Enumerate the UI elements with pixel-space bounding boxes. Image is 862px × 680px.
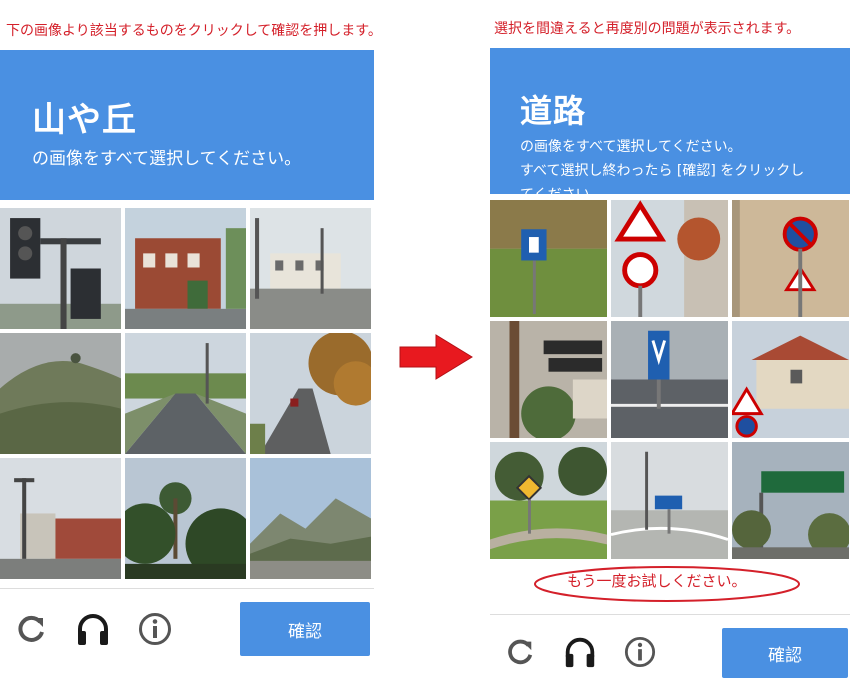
left-caption: 下の画像より該当するものをクリックして確認を押します。	[6, 23, 382, 39]
captcha-panel-right: 道路 の画像をすべて選択してください。 すべて選択し終わったら [確認] をクリ…	[490, 48, 852, 680]
verify-button[interactable]: 確認	[722, 628, 848, 678]
image-tile[interactable]	[490, 321, 607, 438]
image-tile[interactable]	[732, 200, 849, 317]
captcha-panel-left: 山や丘 の画像をすべて選択してください。 確認	[0, 50, 376, 670]
captcha-instruction-line-2: すべて選択し終わったら [確認] をクリックし	[520, 163, 805, 179]
headphones-icon[interactable]	[74, 610, 112, 648]
reload-icon[interactable]	[504, 636, 536, 668]
image-tile[interactable]	[0, 208, 121, 329]
info-icon[interactable]	[624, 636, 656, 668]
captcha-title: 道路	[520, 92, 587, 130]
right-caption: 選択を間違えると再度別の問題が表示されます。	[494, 21, 801, 37]
footer-divider	[490, 614, 850, 615]
image-tile[interactable]	[490, 442, 607, 559]
reload-icon[interactable]	[14, 612, 48, 646]
image-tile[interactable]	[611, 321, 728, 438]
image-tile[interactable]	[0, 458, 121, 579]
image-tile[interactable]	[250, 208, 371, 329]
image-grid	[0, 208, 372, 580]
red-arrow-icon	[399, 334, 473, 380]
retry-highlight-ellipse	[534, 566, 800, 602]
verify-button[interactable]: 確認	[240, 602, 370, 656]
captcha-title: 山や丘	[32, 100, 137, 140]
captcha-instruction-line-3: てください	[520, 184, 590, 194]
captcha-header: 道路 の画像をすべて選択してください。 すべて選択し終わったら [確認] をクリ…	[490, 48, 850, 194]
headphones-icon[interactable]	[562, 634, 598, 670]
image-grid	[490, 200, 850, 560]
footer-divider	[0, 588, 374, 589]
image-tile[interactable]	[732, 321, 849, 438]
image-tile[interactable]	[0, 333, 121, 454]
captcha-instruction-line-1: の画像をすべて選択してください。	[520, 139, 742, 155]
image-tile[interactable]	[732, 442, 849, 559]
image-tile[interactable]	[611, 200, 728, 317]
image-tile[interactable]	[250, 458, 371, 579]
image-tile[interactable]	[125, 458, 246, 579]
image-tile[interactable]	[490, 200, 607, 317]
captcha-header: 山や丘 の画像をすべて選択してください。	[0, 50, 374, 200]
image-tile[interactable]	[125, 333, 246, 454]
image-tile[interactable]	[125, 208, 246, 329]
captcha-instruction: の画像をすべて選択してください。	[32, 149, 302, 169]
image-tile[interactable]	[250, 333, 371, 454]
info-icon[interactable]	[138, 612, 172, 646]
image-tile[interactable]	[611, 442, 728, 559]
